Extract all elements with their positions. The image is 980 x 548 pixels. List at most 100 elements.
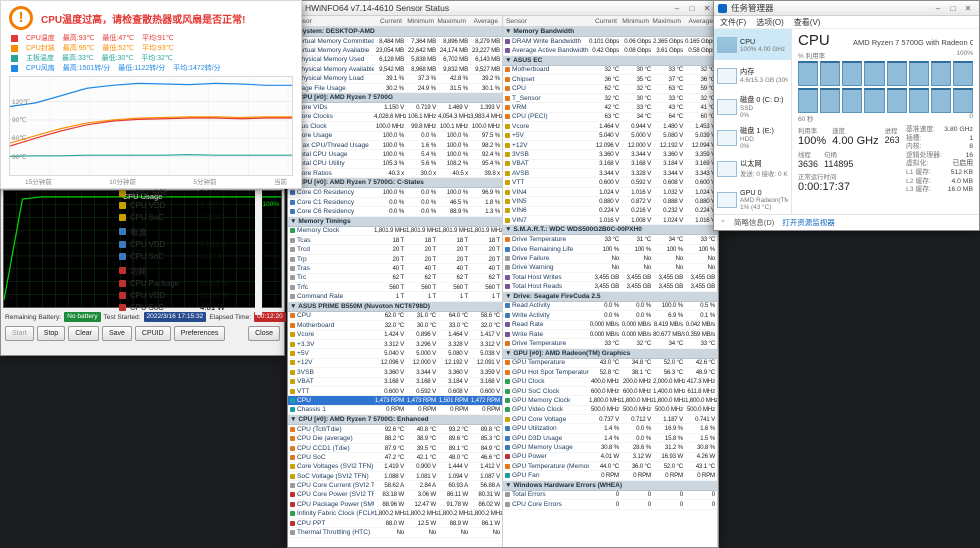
sensor-row[interactable]: GPU Power 4.01 W 3.12 W 16.93 W 4.26 W — [503, 453, 717, 463]
sensor-row[interactable]: Drive Warning No No No No — [503, 264, 717, 273]
sensor-row[interactable]: CPU CCD1 (Tdie) 87.9 °C 39.5 °C 89.1 °C 84.9… — [288, 444, 502, 454]
sensor-row[interactable]: GPU Video Clock 500.0 MHz 500.0 MHz 500.0 M… — [503, 406, 717, 416]
sensor-group-header[interactable]: ▼ CPU [#0]: AMD Ryzen 7 5700G — [288, 93, 502, 104]
sensor-row[interactable]: CPU 62.0 °C 31.0 °C 64.0 °C 58.6 °C — [288, 312, 502, 322]
sensor-row[interactable]: Memory Clock 1,801.9 MHz 1,801.9 MHz 1,801.… — [288, 227, 502, 237]
taskmgr-close-button[interactable]: ✕ — [961, 2, 975, 15]
sensor-row[interactable]: CPU VDD 1.137 V — [119, 199, 254, 211]
sensor-row[interactable]: Core Voltages (SVI2 TFN) 1.419 V 0.900 V 1.… — [288, 463, 502, 473]
sensor-row[interactable]: Core C1 Residency 0.0 % 0.0 % 46.5 % 1.8 % — [288, 198, 502, 208]
sensor-group-header[interactable]: ▼ CPU [#0]: AMD Ryzen 7 5700G: C-States — [288, 178, 502, 189]
sensor-row[interactable]: Read Activity 0.0 % 0.0 % 100.0 % 0.5 % — [503, 302, 717, 312]
sst-button-stop[interactable]: Stop — [36, 326, 66, 341]
sensor-row[interactable]: CPU 62 °C 32 °C 63 °C 59 °C — [503, 85, 717, 94]
sst-button-cpuid[interactable]: CPUID — [134, 326, 171, 341]
sensor-row[interactable]: CPU SoC 47.2 °C 42.1 °C 48.0 °C 46.6 °C — [288, 453, 502, 463]
sensor-row[interactable]: GPU Core Voltage 0.737 V 0.712 V 1.187 V 0.7… — [503, 415, 717, 425]
sensor-row[interactable]: GPU Hot Spot Temperature 52.8 °C 38.1 °C 56… — [503, 368, 717, 378]
menu-v[interactable]: 查看(V) — [794, 17, 821, 28]
sensor-row[interactable]: GPU 核心 4.86 W — [119, 313, 254, 316]
sensor-row[interactable]: Drive Temperature 33 °C 32 °C 34 °C 33 °C — [503, 339, 717, 349]
sensor-row[interactable]: VIN4 1.024 V 1.016 V 1.032 V 1.024 V — [503, 188, 717, 198]
sidebar-item-1[interactable]: 内存 4.6/15.3 GB (30%) — [714, 60, 791, 91]
sensor-row[interactable]: Tras 40 T 40 T 40 T 40 T — [288, 264, 502, 274]
open-resource-monitor-link[interactable]: 打开资源监视器 — [782, 217, 835, 228]
sensor-group-header[interactable]: ▼ CPU [#0]: AMD Ryzen 7 5700G: Enhanced — [288, 415, 502, 426]
sensor-row[interactable]: Total Host Writes 3,455 GB 3,455 GB 3,455 G… — [503, 273, 717, 283]
sensor-row[interactable]: Physical Memory Available 9,542 MB 8,968 M… — [288, 65, 502, 75]
hwinfo-titlebar[interactable]: HWiNFO64 v7.14-4610 Sensor Status – □ ✕ — [288, 1, 718, 16]
sensor-row[interactable]: Core C0 Residency 100.0 % 0.0 % 100.0 % 96.9… — [288, 188, 502, 198]
sensor-row[interactable]: CPU SoC 4.01 W — [119, 301, 254, 313]
hwinfo-maximize-button[interactable]: □ — [685, 2, 699, 15]
menu-f[interactable]: 文件(F) — [720, 17, 746, 28]
sensor-row[interactable]: Trfc 560 T 560 T 560 T 560 T — [288, 283, 502, 293]
fewer-details-link[interactable]: 简略信息(D) — [734, 217, 774, 228]
sensor-row[interactable]: +3.3V 3.312 V 3.296 V 3.328 V 3.312 V — [288, 340, 502, 350]
sensor-row[interactable]: Chipset 36 °C 35 °C 37 °C 36 °C — [503, 75, 717, 85]
taskmgr-titlebar[interactable]: 任务管理器 – □ ✕ — [714, 1, 979, 16]
sensor-row[interactable]: Drive Remaining Life 100 % 100 % 100 % 100 % — [503, 245, 717, 255]
sensor-row[interactable]: Max CPU/Thread Usage 100.0 % 1.6 % 100.0 % 9… — [288, 141, 502, 151]
sst-button-preferences[interactable]: Preferences — [173, 326, 226, 341]
sensor-row[interactable]: Trcd 20 T 20 T 20 T 20 T — [288, 245, 502, 255]
sensor-row[interactable]: 3VSB 3.360 V 3.344 V 3.360 V 3.359 V — [503, 150, 717, 160]
sensor-row[interactable]: GPU SoC Clock 600.0 MHz 600.0 MHz 1,400.0 M… — [503, 387, 717, 397]
sensor-row[interactable]: Core Clocks 4,028.6 MHz 106.1 MHz 4,054.3 M… — [288, 113, 502, 123]
sensor-row[interactable]: Core Ratios 40.3 x 30.0 x 40.5 x 39.8 x — [288, 169, 502, 179]
sidebar-item-5[interactable]: GPU 0AMD Radeon(TM) Gr...1% (43 °C) — [714, 184, 791, 214]
sensor-row[interactable]: Total Errors 0 0 0 0 — [503, 491, 717, 501]
sensor-row[interactable]: Chassis 1 0 RPM 0 RPM 0 RPM 0 RPM — [288, 406, 502, 416]
sensor-row[interactable]: Write Activity 0.0 % 0.0 % 6.9 % 0.1 % — [503, 311, 717, 321]
sensor-row[interactable]: Virtual Memory Committed 8,484 MB 7,364 MB… — [288, 37, 502, 47]
sensor-row[interactable]: GPU Memory Clock 1,800.0 MHz 1,800.0 MHz 1,… — [503, 396, 717, 406]
sensor-row[interactable]: VIN5 0.880 V 0.872 V 0.888 V 0.880 V — [503, 197, 717, 207]
sensor-group-header[interactable]: ▼ Memory Timings — [288, 216, 502, 227]
sensor-row[interactable]: Motherboard 32 °C 30 °C 33 °C 32 °C — [503, 66, 717, 76]
sensor-row[interactable]: VRM 42 °C 33 °C 43 °C 41 °C — [503, 103, 717, 113]
sensor-row[interactable]: VIN7 1.016 V 1.008 V 1.024 V 1.016 V — [503, 216, 717, 226]
sst-button-save[interactable]: Save — [101, 326, 132, 341]
sensor-row[interactable]: Vcore 1.464 V 0.944 V 1.480 V 1.453 V — [503, 122, 717, 132]
sensor-row[interactable]: GPU Utilization 1.4 % 0.0 % 16.9 % 1.6 % — [503, 424, 717, 434]
sensor-group-header[interactable]: ▼ S.M.A.R.T.: WDC WDS500G2B0C-00PXH0 — [503, 225, 717, 236]
sensor-row[interactable]: +12V 12.096 V 12.000 V 12.192 V 12.091 V — [288, 359, 502, 369]
sensor-row[interactable]: Virtual Memory Available 23,054 MB 22,642 … — [288, 46, 502, 56]
sensor-row[interactable]: VBAT 3.168 V 3.168 V 3.184 V 3.169 V — [503, 160, 717, 170]
sensor-row[interactable]: CPU Die (average) 88.2 °C 38.9 °C 89.6 °C 85… — [288, 434, 502, 444]
sensor-row[interactable]: GPU Temperature (Memory) 44.0 °C 36.0 °C 52… — [503, 462, 717, 472]
sensor-row[interactable]: CPU Core Errors 0 0 0 0 — [503, 500, 717, 510]
sensor-group-header[interactable]: ▼ Drive: Seagate FireCuda 2.5 — [503, 291, 717, 302]
sensor-row[interactable]: Core VIDs 1.150 V 0.719 V 1.469 V 1.393 V — [288, 103, 502, 113]
sensor-row[interactable]: VTT 0.600 V 0.592 V 0.608 V 0.600 V — [288, 387, 502, 397]
sensor-row[interactable]: +12V 12.096 V 12.000 V 12.192 V 12.094 V — [503, 141, 717, 151]
sensor-row[interactable]: Total CPU Usage 100.0 % 5.4 % 100.0 % 92.4 % — [288, 150, 502, 160]
sensor-row[interactable]: CPU PPT 88.0 W 12.5 W 88.9 W 86.1 W — [288, 519, 502, 529]
sensor-row[interactable]: Bus Clock 100.0 MHz 99.8 MHz 100.1 MHz 100.0… — [288, 122, 502, 132]
sensor-row[interactable]: CPU VDD 63.20 W — [119, 289, 254, 301]
sensor-row[interactable]: CPU Core Current (SVI2 TFN) 58.62 A 2.84 A… — [288, 481, 502, 491]
sensor-row[interactable]: CPU VDD 64.43 A — [119, 238, 254, 250]
sensor-row[interactable]: Core Usage 100.0 % 0.0 % 100.0 % 97.5 % — [288, 132, 502, 141]
sensor-group-header[interactable]: ▼ System: DESKTOP-AMD — [288, 27, 502, 37]
sidebar-item-2[interactable]: 磁盘 0 (C: D:) SSD 0% — [714, 91, 791, 122]
sidebar-item-4[interactable]: 以太网发送: 0 接收: 0 Kbps — [714, 153, 791, 184]
sensor-row[interactable]: Read Rate 0.000 MB/s 0.000 MB/s 8.419 MB/s 0… — [503, 321, 717, 330]
sensor-row[interactable]: 3VSB 3.360 V 3.344 V 3.360 V 3.359 V — [288, 368, 502, 378]
sensor-row[interactable]: CPU 1,473 RPM 1,473 RPM 1,501 RPM 1,472 RPM — [288, 396, 502, 406]
sst-button-start[interactable]: Start — [5, 326, 34, 341]
sensor-row[interactable]: T_Sensor 32 °C 30 °C 33 °C 32 °C — [503, 94, 717, 104]
menu-o[interactable]: 选项(O) — [756, 17, 784, 28]
hwinfo-close-button[interactable]: ✕ — [700, 2, 714, 15]
sensor-row[interactable]: Command Rate 1 T 1 T 1 T 1 T — [288, 292, 502, 302]
sensor-row[interactable]: Drive Failure No No No No — [503, 254, 717, 264]
sidebar-item-3[interactable]: 磁盘 1 (E:) HDD 0% — [714, 122, 791, 153]
sensor-row[interactable]: Drive Temperature 33 °C 31 °C 34 °C 33 °C — [503, 235, 717, 245]
sensor-row[interactable]: SoC Voltage (SVI2 TFN) 1.088 V 1.081 V 1.09… — [288, 472, 502, 482]
sensor-row[interactable]: CPU SoC 2.53 A — [119, 250, 254, 262]
sensor-row[interactable]: Vcore 1.424 V 0.896 V 1.464 V 1.417 V — [288, 331, 502, 340]
sensor-row[interactable]: VBAT 3.168 V 3.168 V 3.184 V 3.168 V — [288, 378, 502, 387]
sensor-row[interactable]: GPU Fan 0 RPM 0 RPM 0 RPM 0 RPM — [503, 471, 717, 481]
sensor-row[interactable]: Trc 62 T 62 T 62 T 62 T — [288, 274, 502, 283]
sensor-row[interactable]: Average Active Bandwidth 0.42 Gbps 0.08 Gb… — [503, 46, 717, 56]
